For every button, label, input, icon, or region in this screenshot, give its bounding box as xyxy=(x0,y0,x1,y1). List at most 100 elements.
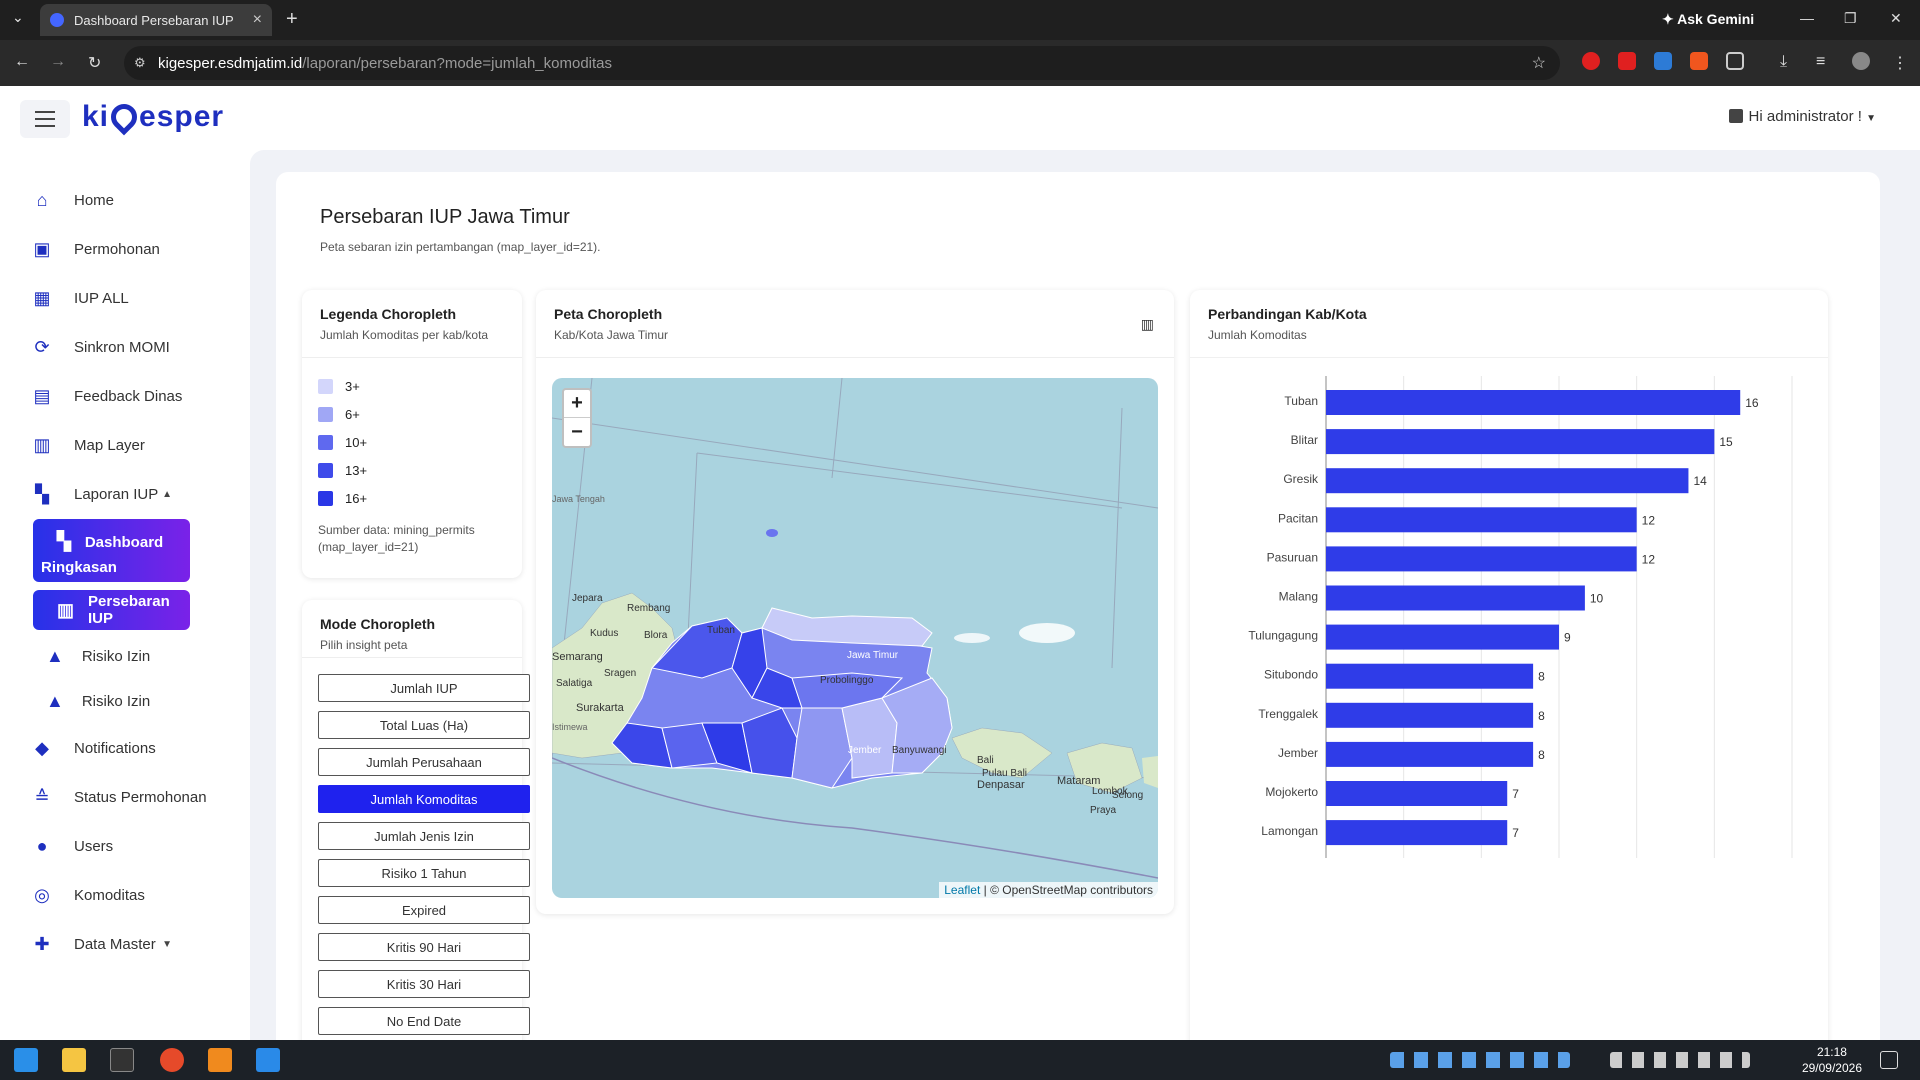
mode-button[interactable]: Expired xyxy=(318,896,530,924)
chrome-icon[interactable] xyxy=(160,1048,184,1072)
vscode-icon[interactable] xyxy=(256,1048,280,1072)
user-menu[interactable]: Hi administrator ! ▼ xyxy=(1728,108,1876,125)
zoom-control: + − xyxy=(562,388,592,448)
map-icon[interactable]: ▥ xyxy=(1141,316,1154,333)
sidebar-item-users[interactable]: ● Users xyxy=(0,822,250,871)
sidebar: ⌂ Home ▣ Permohonan ▦ IUP ALL ⟳ Sinkron MOMI… xyxy=(0,176,250,969)
sidebar-item-data-master[interactable]: ✚ Data Master ▼ xyxy=(0,920,250,969)
terminal-icon[interactable] xyxy=(110,1048,134,1072)
mode-button[interactable]: No End Date xyxy=(318,1007,530,1035)
notification-center-icon[interactable] xyxy=(1880,1051,1898,1069)
legend-label: 6+ xyxy=(345,406,360,422)
sidebar-item-komoditas[interactable]: ◎ Komoditas xyxy=(0,871,250,920)
mode-button[interactable]: Jumlah Perusahaan xyxy=(318,748,530,776)
sidebar-subitem-risiko-izin[interactable]: ▲ Risiko Izin xyxy=(0,679,250,724)
system-tray-icons[interactable] xyxy=(1610,1052,1750,1068)
legend-title: Legenda Choropleth xyxy=(320,306,457,322)
sidebar-subitem-persebaran-iup[interactable]: ▥ Persebaran IUP xyxy=(33,590,190,630)
back-icon[interactable]: ← xyxy=(14,53,30,71)
map-attribution: Leaflet | © OpenStreetMap contributors xyxy=(939,882,1158,898)
site-info-icon[interactable]: ⚙ xyxy=(134,55,146,71)
legend-swatch xyxy=(318,406,333,422)
window-close-icon[interactable]: ✕ xyxy=(1890,10,1902,27)
legend-item: 3+ xyxy=(318,372,522,400)
legend-swatch xyxy=(318,462,333,478)
sidebar-item-permohonan[interactable]: ▣ Permohonan xyxy=(0,225,250,274)
page-subtitle: Peta sebaran izin pertambangan (map_laye… xyxy=(320,240,601,254)
legend-list: 3+ 6+ 10+ 13+ 16+ xyxy=(302,358,522,512)
sidebar-item-home[interactable]: ⌂ Home xyxy=(0,176,250,225)
sidebar-subitem-risiko-izin[interactable]: ▲ Risiko Izin xyxy=(0,634,250,679)
map-label: Praya xyxy=(1090,805,1117,816)
puzzle-icon: ✚ xyxy=(34,934,50,954)
browser-menu-icon[interactable]: ⋮ xyxy=(1892,53,1908,73)
map-label: Jepara xyxy=(572,593,603,604)
y-category-label: Malang xyxy=(1279,590,1318,604)
mode-button[interactable]: Kritis 90 Hari xyxy=(318,933,530,961)
bar-value-label: 14 xyxy=(1693,474,1707,488)
forward-icon[interactable]: → xyxy=(50,53,66,71)
file-explorer-icon[interactable] xyxy=(62,1048,86,1072)
tab-close-icon[interactable]: × xyxy=(253,11,262,29)
sidebar-item-feedback-dinas[interactable]: ▤ Feedback Dinas xyxy=(0,372,250,421)
clipboard-user-icon: ▤ xyxy=(33,386,51,406)
map-icon: ▥ xyxy=(57,599,75,620)
leaflet-link[interactable]: Leaflet xyxy=(944,883,980,897)
map-label: Sragen xyxy=(604,668,636,679)
page-title: Persebaran IUP Jawa Timur xyxy=(320,206,570,228)
windows-taskbar: 21:18 29/09/2026 xyxy=(0,1040,1920,1080)
app-logo[interactable]: ki esper xyxy=(82,98,224,136)
address-bar[interactable]: ⚙ kigesper.esdmjatim.id/laporan/persebar… xyxy=(124,46,1560,80)
sidebar-subitem-dashboard-ringkasan[interactable]: ▚ Dashboard Ringkasan xyxy=(33,519,190,582)
clock-time: 21:18 xyxy=(1816,1045,1847,1059)
extension-icon[interactable] xyxy=(1690,52,1708,70)
tab-list-chevron-icon[interactable]: ⌄ xyxy=(12,9,24,26)
reload-icon[interactable]: ↻ xyxy=(88,53,101,73)
bookmark-star-icon[interactable]: ☆ xyxy=(1532,53,1546,73)
profile-avatar-icon[interactable] xyxy=(1852,52,1870,70)
y-category-label: Lamongan xyxy=(1261,824,1318,838)
bell-icon: ◆ xyxy=(35,738,49,758)
mode-button[interactable]: Risiko 1 Tahun xyxy=(318,859,530,887)
extension-icon[interactable] xyxy=(1654,52,1672,70)
zoom-out-button[interactable]: − xyxy=(564,418,590,446)
sidebar-item-map-layer[interactable]: ▥ Map Layer xyxy=(0,421,250,470)
windows-start-icon[interactable] xyxy=(14,1048,38,1072)
download-icon[interactable]: ⤓ xyxy=(1780,53,1787,71)
bar xyxy=(1326,624,1559,650)
taskbar-clock[interactable]: 21:18 29/09/2026 xyxy=(1802,1044,1862,1076)
sidebar-item-label: Permohonan xyxy=(74,241,160,258)
extension-icon[interactable] xyxy=(1582,52,1600,70)
media-icon[interactable]: ≡ xyxy=(1816,53,1825,71)
sidebar-item-status-permohonan[interactable]: ≙ Status Permohonan xyxy=(0,773,250,822)
sidebar-item-laporan-iup[interactable]: ▚ Laporan IUP ▲ xyxy=(0,470,250,519)
y-category-label: Blitar xyxy=(1291,433,1318,447)
mode-button[interactable]: Jumlah Komoditas xyxy=(318,785,530,813)
choropleth-map[interactable]: + − Jepara Rembang Kudus Blora Tuban Sem… xyxy=(552,378,1158,898)
sidebar-item-notifications[interactable]: ◆ Notifications xyxy=(0,724,250,773)
cloud-app-icon[interactable] xyxy=(208,1048,232,1072)
hamburger-menu-icon[interactable] xyxy=(20,100,70,138)
mode-button[interactable]: Total Luas (Ha) xyxy=(318,711,530,739)
restore-icon[interactable]: ❐ xyxy=(1844,10,1857,27)
mode-title: Mode Choropleth xyxy=(320,616,436,632)
minimize-icon[interactable]: — xyxy=(1800,10,1814,26)
sidebar-item-iup-all[interactable]: ▦ IUP ALL xyxy=(0,274,250,323)
bar-value-label: 12 xyxy=(1642,552,1656,566)
extension-icon[interactable] xyxy=(1618,52,1636,70)
mode-button[interactable]: Kritis 30 Hari xyxy=(318,970,530,998)
mode-button[interactable]: Jumlah IUP xyxy=(318,674,530,702)
island xyxy=(1019,623,1075,643)
mode-button[interactable]: Jumlah Jenis Izin xyxy=(318,822,530,850)
sidebar-item-sinkron-momi[interactable]: ⟳ Sinkron MOMI xyxy=(0,323,250,372)
ask-gemini-button[interactable]: ✦ Ask Gemini xyxy=(1662,11,1754,28)
sidebar-item-label: Map Layer xyxy=(74,437,145,454)
system-tray-icons[interactable] xyxy=(1390,1052,1570,1068)
browser-tab[interactable]: Dashboard Persebaran IUP × xyxy=(40,4,272,36)
zoom-in-button[interactable]: + xyxy=(564,390,590,418)
new-tab-icon[interactable]: + xyxy=(286,8,298,31)
extensions-puzzle-icon[interactable] xyxy=(1726,52,1744,70)
legend-subtitle: Jumlah Komoditas per kab/kota xyxy=(320,328,489,342)
y-category-label: Situbondo xyxy=(1264,668,1318,682)
caret-down-icon: ▼ xyxy=(162,939,172,950)
